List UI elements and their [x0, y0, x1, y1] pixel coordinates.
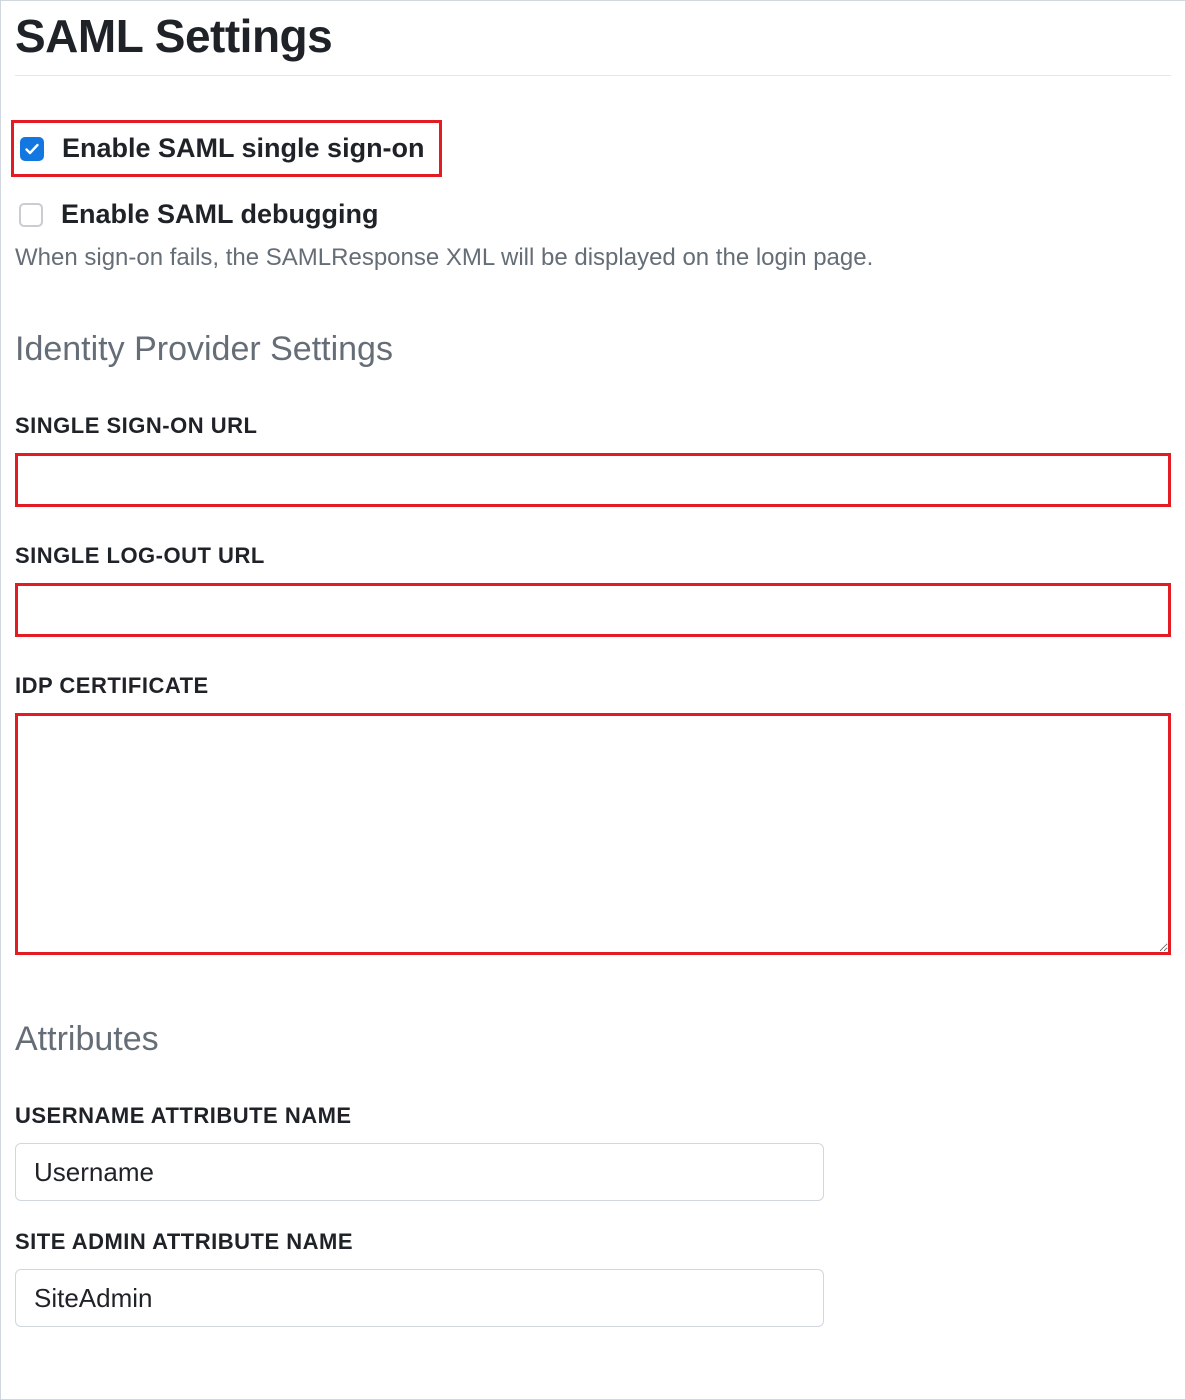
check-icon: [24, 141, 40, 157]
slo-url-input[interactable]: [15, 583, 1171, 637]
site-admin-attr-label: SITE ADMIN ATTRIBUTE NAME: [15, 1229, 1171, 1255]
settings-panel: SAML Settings Enable SAML single sign-on…: [0, 0, 1186, 1400]
enable-saml-debug-label: Enable SAML debugging: [61, 199, 379, 230]
enable-saml-sso-checkbox[interactable]: [20, 137, 44, 161]
page-title: SAML Settings: [15, 1, 1171, 75]
idp-cert-label: IDP CERTIFICATE: [15, 673, 1171, 699]
debug-help-text: When sign-on fails, the SAMLResponse XML…: [15, 244, 1171, 272]
attributes-section-heading: Attributes: [15, 1020, 1171, 1059]
site-admin-attr-input[interactable]: [15, 1269, 824, 1327]
sso-url-label: SINGLE SIGN-ON URL: [15, 413, 1171, 439]
site-admin-attr-field-group: SITE ADMIN ATTRIBUTE NAME: [15, 1229, 1171, 1327]
idp-section-heading: Identity Provider Settings: [15, 330, 1171, 369]
username-attr-input[interactable]: [15, 1143, 824, 1201]
title-divider: [15, 75, 1171, 76]
enable-saml-debug-checkbox[interactable]: [19, 203, 43, 227]
username-attr-label: USERNAME ATTRIBUTE NAME: [15, 1103, 1171, 1129]
enable-saml-sso-label: Enable SAML single sign-on: [62, 133, 425, 164]
idp-cert-textarea[interactable]: [15, 713, 1171, 955]
idp-cert-field-group: IDP CERTIFICATE: [15, 673, 1171, 960]
username-attr-field-group: USERNAME ATTRIBUTE NAME: [15, 1103, 1171, 1201]
enable-saml-debug-row[interactable]: Enable SAML debugging: [15, 199, 1171, 230]
slo-url-field-group: SINGLE LOG-OUT URL: [15, 543, 1171, 637]
sso-url-field-group: SINGLE SIGN-ON URL: [15, 413, 1171, 507]
sso-url-input[interactable]: [15, 453, 1171, 507]
enable-saml-sso-row[interactable]: Enable SAML single sign-on: [11, 120, 442, 177]
slo-url-label: SINGLE LOG-OUT URL: [15, 543, 1171, 569]
